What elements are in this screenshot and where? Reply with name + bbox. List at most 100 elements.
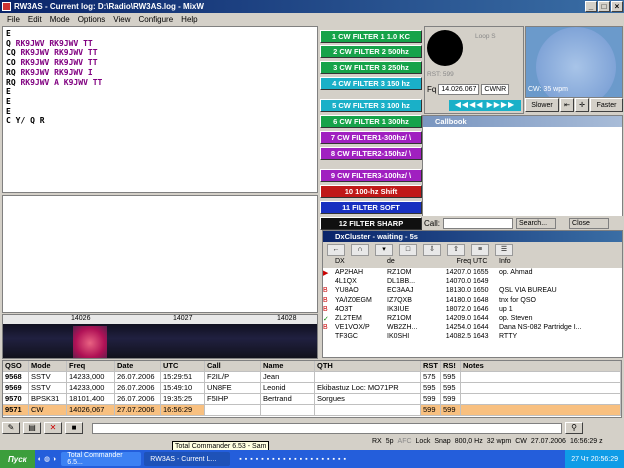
rx-line: CQ RK9JWV RK9JWV TT [6,48,98,58]
document-icon[interactable]: □ [399,244,417,256]
slower-button[interactable]: Slower [525,98,559,112]
dx-col-freq[interactable]: Freq [443,258,473,268]
status-5p: 5p [385,438,394,445]
task-total-commander[interactable]: Total Commander 6.5... [61,452,142,466]
name-field [261,405,315,415]
tune-arrows[interactable]: ◀◀◀◀ ▶▶▶▶ [449,100,521,111]
dropdown-icon[interactable]: ▾ [375,244,393,256]
search-button[interactable]: Search... [516,217,557,229]
filter-button-9[interactable]: 9 CW FILTER3-100hz/ \ [320,169,422,182]
taskbar: Пуск ◐◍◑ Total Commander 6.5... RW3AS - … [0,450,624,468]
receive-window[interactable]: E Q RK9JWV RK9JWV TT CQ RK9JWV RK9JWV TT… [2,26,318,193]
status-afc[interactable]: AFC [398,438,412,445]
speed-icon[interactable]: ⇤ [560,98,574,112]
log-row[interactable]: 9570 BPSK31 18101,400 26.07.2006 19:35:25 F5I… [3,394,621,405]
headphones-icon[interactable]: ∩ [351,244,369,256]
notes-input[interactable] [92,422,562,434]
log-row-current[interactable]: 9571 CW 14026,067 27.07.2006 16:56:29 599 599 [3,405,621,416]
menu-view[interactable]: View [109,15,134,24]
dx-row[interactable]: TF3GC IK0SHI 14082.5 1643 RTTY [323,332,622,341]
close-callbook-button[interactable]: Close [569,217,610,229]
qth-field [315,405,421,415]
status-time: 16:56:29 z [569,438,603,445]
menu-options[interactable]: Options [74,15,110,24]
log-row[interactable]: 9569 SSTV 14233,000 26.07.2006 15:49:10 UN8FE… [3,383,621,394]
frequency-row: Fq 14.026.067 CWNR [427,84,510,95]
log-toolbar: ✎ ▤ ✕ ■ ⚲ [2,421,622,435]
start-button[interactable]: Пуск [0,450,35,468]
status-offset: 800,0 Hz [454,438,483,445]
center-icon[interactable]: ✛ [575,98,589,112]
download-icon[interactable]: ⇩ [423,244,441,256]
waterfall-display [3,324,317,358]
callbook-window: Callbook [422,115,623,231]
menu-edit[interactable]: Edit [24,15,46,24]
menu-file[interactable]: File [3,15,24,24]
dx-row[interactable]: B YU8AO EC3AAJ 18130.0 1650 QSL VIA BUREAU [323,286,622,295]
callbook-title: Callbook [423,116,622,127]
dx-col-utc[interactable]: UTC [473,258,499,268]
window-title: RW3AS - Current log: D:\Radio\RW3AS.log … [14,2,204,11]
tray-icons[interactable]: ▪▪▪▪▪▪▪▪▪▪▪▪▪▪▪▪▪▪▪▪ [239,456,349,463]
search-icon[interactable]: ⚲ [565,422,583,434]
dx-row[interactable]: B YA/IZ0EGM IZ7QXB 14180.0 1648 tnx for QSO [323,296,622,305]
waterfall-tick: 14027 [173,315,193,322]
menu-help[interactable]: Help [177,15,201,24]
mode-select[interactable]: CWNR [481,84,510,95]
minimize-button[interactable]: _ [585,1,597,12]
back-icon[interactable]: ← [327,244,345,256]
rx-line: E [6,96,11,106]
quicklaunch-icons[interactable]: ◐◍◑ [38,455,59,463]
transmit-window[interactable] [2,195,318,313]
dx-row[interactable]: ✓ ZL2TEM RZ1OM 14209.0 1644 op. Steven [323,314,622,323]
filter-button-5[interactable]: 5 CW FILTER 3 100 hz [320,99,422,112]
dxcluster-window: DxCluster - waiting - 5s ← ∩ ▾ □ ⇩ ⇧ ≡ ☰… [322,230,623,358]
faster-button[interactable]: Faster [590,98,623,112]
phase-scope [427,30,463,66]
maximize-button[interactable]: □ [598,1,610,12]
log-header: QSO Mode Freq Date UTC Call Name QTH RST RS! Notes [3,361,621,372]
dxcluster-title: DxCluster - waiting - 5s [323,231,622,242]
waterfall[interactable]: 14026 14027 14028 [2,314,318,359]
dx-row[interactable]: ▶ AP2HAH RZ1OM 14207.0 1655 op. Ahmad [323,268,622,277]
filter-icon[interactable]: ≡ [471,244,489,256]
app-icon [2,2,11,11]
rx-line: E [6,29,11,38]
dx-col-info[interactable]: Info [499,258,622,268]
frequency-field[interactable]: 14.026.067 [438,84,480,95]
dx-header: DX de Freq UTC Info [323,258,622,268]
dx-row[interactable]: B 4O3T IK3IUE 18072.0 1646 up 1 [323,305,622,314]
call-input[interactable] [443,217,514,229]
status-lock[interactable]: Lock [416,438,431,445]
status-rx: RX [372,438,382,445]
dx-col-dx[interactable]: DX [335,258,387,268]
status-snap[interactable]: Snap [434,438,450,445]
list-icon[interactable]: ☰ [495,244,513,256]
task-mixw[interactable]: RW3AS - Current L... [144,452,231,466]
menu-configure[interactable]: Configure [134,15,177,24]
new-icon[interactable]: ▤ [23,422,41,434]
filter-button-1[interactable]: 1 CW FILTER 1 1.0 KC [320,30,422,43]
delete-icon[interactable]: ✕ [44,422,62,434]
dx-col-de[interactable]: de [387,258,443,268]
waterfall-tick: 14028 [277,315,297,322]
filter-button-11[interactable]: 11 FILTER SOFT [320,201,422,214]
filter-button-12[interactable]: 12 FILTER SHARP [320,217,422,230]
filter-button-3[interactable]: 3 CW FILTER 3 250hz [320,61,422,74]
close-button[interactable]: × [611,1,623,12]
disk-icon[interactable]: ■ [65,422,83,434]
menu-mode[interactable]: Mode [46,15,74,24]
filter-button-6[interactable]: 6 CW FILTER 1 300hz [320,115,422,128]
status-date: 27.07.2006 [530,438,566,445]
filter-button-10[interactable]: 10 100-hz Shift [320,185,422,198]
log-row[interactable]: 9568 SSTV 14233,000 26.07.2006 15:29:51 F2IL/… [3,372,621,383]
filter-button-7[interactable]: 7 CW FILTER1-300hz/ \ [320,131,422,144]
save-icon[interactable]: ✎ [2,422,20,434]
status-speed: 32 wpm [486,438,512,445]
upload-icon[interactable]: ⇧ [447,244,465,256]
filter-button-2[interactable]: 2 CW FILTER 2 500hz [320,45,422,58]
filter-button-8[interactable]: 8 CW FILTER2-150hz/ \ [320,147,422,160]
filter-button-4[interactable]: 4 CW FILTER 3 150 hz [320,77,422,90]
dx-row[interactable]: B VE1VOX/P WB2ZH... 14254.0 1644 Dana NS-082 … [323,323,622,332]
dx-row[interactable]: 4L1QX DL1BB... 14070.0 1649 [323,277,622,286]
